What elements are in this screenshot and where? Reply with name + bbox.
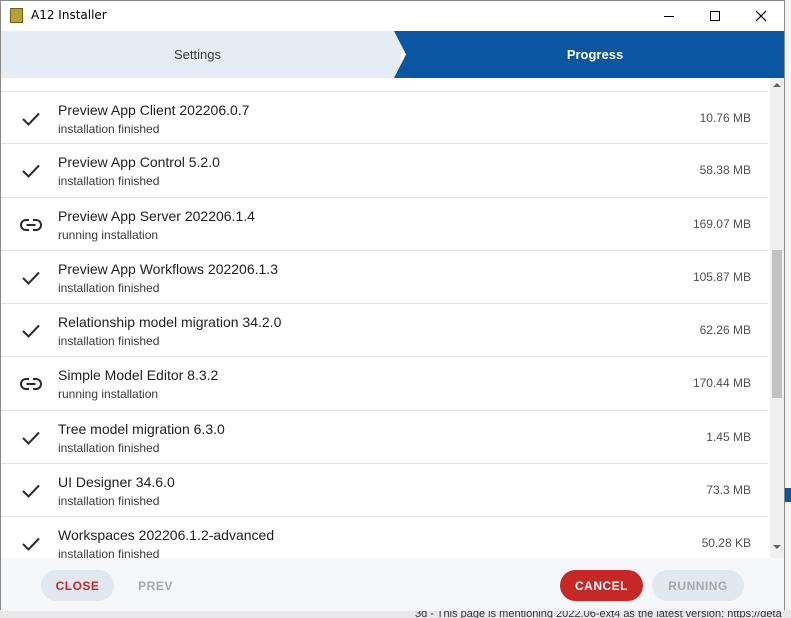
check-icon (19, 266, 43, 290)
package-status: running installation (58, 387, 159, 402)
package-name: Simple Model Editor 8.3.2 (58, 367, 219, 384)
list-item[interactable]: Preview App Client 202206.0.7 installatio… (1, 91, 768, 145)
check-icon (19, 532, 43, 556)
scroll-down-icon (773, 545, 781, 549)
vertical-scrollbar[interactable] (770, 78, 784, 558)
package-name: Preview App Client 202206.0.7 (58, 102, 250, 118)
footer-bar: CLOSE PREV CANCEL RUNNING (1, 558, 784, 611)
package-status: running installation (58, 227, 159, 242)
title-bar[interactable]: A12 Installer (1, 1, 784, 31)
scroll-up-icon (773, 83, 781, 87)
list-item[interactable]: Preview App Control 5.2.0 installation fi… (1, 144, 768, 198)
background-window-edge (784, 0, 791, 618)
package-size: 170.44 MB (692, 376, 751, 391)
scroll-thumb[interactable] (772, 250, 782, 398)
window-title: A12 Installer (31, 8, 107, 22)
list-item[interactable]: Relationship model migration 34.2.0 insta… (1, 304, 768, 358)
package-list-items: Preview App Client 202206.0.7 installatio… (1, 91, 768, 558)
list-item[interactable]: Preview App Workflows 202206.1.3 installa… (1, 251, 768, 305)
close-window-button[interactable] (738, 1, 784, 31)
list-item[interactable]: Preview App Server 202206.1.4 running ins… (1, 198, 768, 251)
minimize-button[interactable] (646, 1, 692, 31)
step-header: Settings Progress (1, 31, 784, 78)
check-icon (19, 319, 43, 343)
package-status: installation finished (58, 334, 160, 349)
package-name: Preview App Server 202206.1.4 (58, 207, 255, 224)
link-icon (19, 372, 43, 396)
close-icon (755, 10, 767, 22)
link-icon (19, 213, 43, 237)
package-name: UI Designer 34.6.0 (58, 474, 175, 491)
list-item[interactable]: Simple Model Editor 8.3.2 running install… (1, 357, 768, 411)
list-item[interactable]: UI Designer 34.6.0 installation finished 7… (1, 464, 768, 518)
cancel-button[interactable]: CANCEL (560, 570, 643, 601)
check-icon (19, 479, 43, 503)
package-size: 105.87 MB (692, 269, 751, 284)
package-status: installation finished (58, 440, 160, 455)
check-icon (19, 426, 43, 450)
package-name: Tree model migration 6.3.0 (58, 420, 225, 437)
maximize-icon (710, 11, 720, 21)
list-item[interactable]: Workspaces 202206.1.2-advanced installati… (1, 517, 768, 558)
check-icon (19, 159, 43, 183)
step-progress-label: Progress (566, 47, 624, 62)
running-button[interactable]: RUNNING (652, 570, 744, 601)
package-size: 58.38 MB (699, 163, 751, 178)
package-status: installation finished (58, 122, 160, 136)
scroll-up-button[interactable] (770, 82, 784, 92)
package-status: installation finished (58, 494, 160, 509)
maximize-button[interactable] (692, 1, 738, 31)
package-size: 50.28 KB (701, 536, 751, 551)
installer-window: A12 Installer Settings Progress Preview … (0, 0, 785, 611)
background-window-accent (784, 488, 791, 502)
package-size: 169.07 MB (692, 216, 751, 231)
package-size: 73.3 MB (706, 483, 751, 498)
minimize-icon (664, 15, 674, 17)
list-item[interactable]: Tree model migration 6.3.0 installation f… (1, 411, 768, 465)
package-name: Preview App Control 5.2.0 (58, 154, 220, 171)
package-name: Workspaces 202206.1.2-advanced (58, 527, 275, 544)
package-name: Relationship model migration 34.2.0 (58, 314, 282, 331)
package-name: Preview App Workflows 202206.1.3 (58, 260, 278, 277)
check-icon (19, 107, 43, 131)
prev-button[interactable]: PREV (119, 570, 192, 601)
app-icon (10, 8, 23, 23)
package-status: installation finished (58, 280, 160, 295)
close-button[interactable]: CLOSE (41, 570, 114, 601)
package-list[interactable]: Preview App Client 202206.0.7 installatio… (1, 78, 770, 558)
scroll-down-button[interactable] (770, 544, 784, 554)
package-size: 62.26 MB (699, 323, 751, 338)
package-size: 1.45 MB (706, 429, 751, 444)
package-status: installation finished (58, 547, 160, 558)
step-settings-label: Settings (174, 47, 221, 62)
package-status: installation finished (58, 174, 160, 189)
package-size: 10.76 MB (699, 111, 751, 125)
